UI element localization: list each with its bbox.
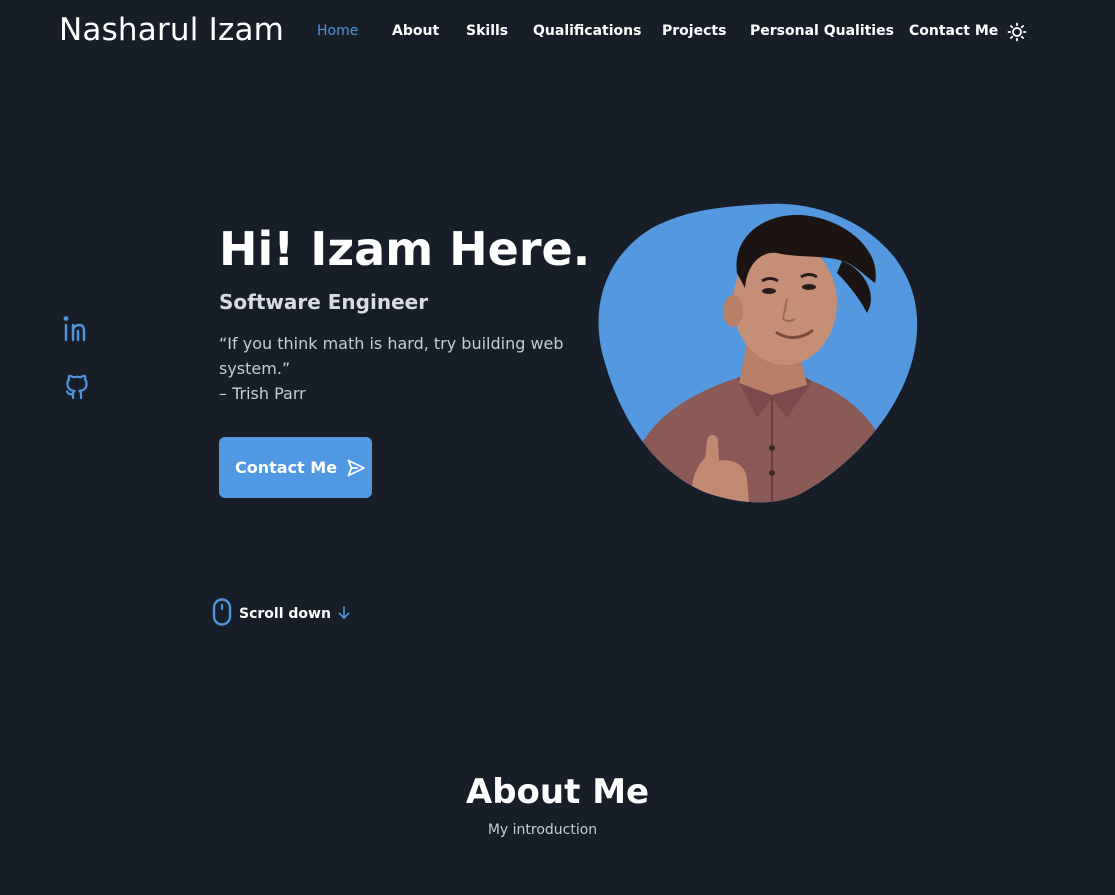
portfolio-page: Nasharul Izam Home About Skills Qualific… bbox=[0, 0, 1115, 895]
arrow-down-icon bbox=[338, 605, 350, 624]
contact-me-button[interactable]: Contact Me bbox=[219, 437, 372, 498]
nav-skills[interactable]: Skills bbox=[466, 23, 508, 39]
contact-me-button-label: Contact Me bbox=[235, 458, 338, 477]
hero-subtitle: Software Engineer bbox=[219, 290, 429, 314]
scroll-down-label: Scroll down bbox=[239, 606, 331, 622]
github-icon[interactable] bbox=[62, 371, 92, 401]
scroll-down-link[interactable]: Scroll down bbox=[212, 598, 350, 630]
nav-personal-qualities[interactable]: Personal Qualities bbox=[750, 23, 894, 39]
site-logo[interactable]: Nasharul Izam bbox=[59, 12, 284, 48]
nav-about[interactable]: About bbox=[392, 23, 439, 39]
header: Nasharul Izam Home About Skills Qualific… bbox=[0, 0, 1115, 64]
hero-quote-author: – Trish Parr bbox=[219, 384, 306, 403]
nav-contact-me[interactable]: Contact Me bbox=[909, 23, 998, 39]
nav-qualifications[interactable]: Qualifications bbox=[533, 23, 641, 39]
send-icon bbox=[346, 458, 366, 478]
mouse-icon bbox=[212, 598, 232, 630]
about-section-subtitle: My introduction bbox=[487, 822, 598, 838]
sun-icon[interactable] bbox=[1007, 22, 1027, 42]
nav-home[interactable]: Home bbox=[317, 23, 358, 39]
profile-avatar bbox=[597, 203, 919, 503]
hero-quote: “If you think math is hard, try building… bbox=[219, 334, 564, 378]
hero-title: Hi! Izam Here. bbox=[219, 222, 591, 276]
nav-projects[interactable]: Projects bbox=[662, 23, 726, 39]
linkedin-icon[interactable] bbox=[62, 314, 92, 344]
about-section-title: About Me bbox=[465, 772, 650, 812]
